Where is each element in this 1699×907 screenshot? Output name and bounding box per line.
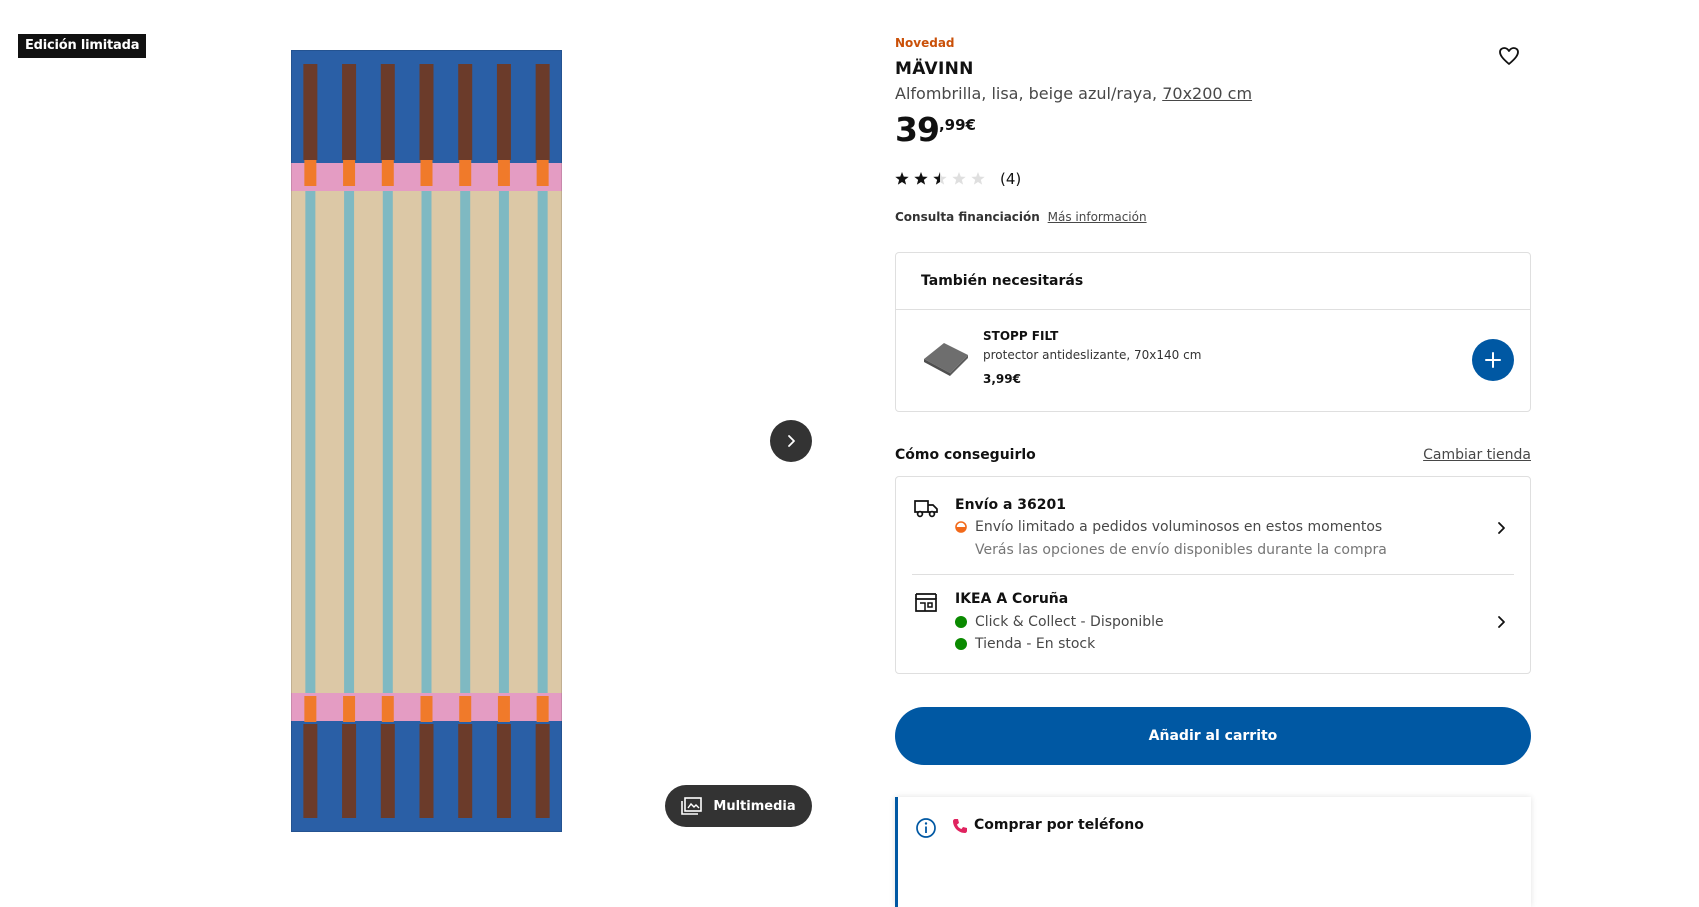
rug-orange-mark — [381, 696, 394, 722]
store-title: IKEA A Coruña — [955, 591, 1069, 607]
add-to-cart-button[interactable]: Añadir al carrito — [895, 707, 1531, 765]
review-count: (4) — [1000, 170, 1022, 188]
plus-icon — [1485, 352, 1501, 368]
rug-teal-stripe — [421, 191, 432, 693]
rug-brown-stripe — [458, 724, 473, 818]
rug-orange-mark — [459, 160, 472, 186]
rug-teal-stripe — [305, 191, 316, 693]
rug-teal-stripe — [382, 191, 393, 693]
also-need-title: También necesitarás — [921, 273, 1084, 289]
multimedia-label: Multimedia — [713, 798, 796, 814]
rug-orange-mark — [343, 160, 356, 186]
rug-teal-stripe — [460, 191, 471, 693]
product-price: 39 ,99€ — [895, 110, 976, 150]
rug-brown-stripe — [496, 724, 511, 818]
rug-teal-stripe — [498, 191, 509, 693]
rug-orange-mark — [381, 160, 394, 186]
product-description: Alfombrilla, lisa, beige azul/raya, 70x2… — [895, 84, 1252, 103]
limited-edition-badge: Edición limitada — [18, 34, 147, 58]
rug-brown-stripe — [380, 64, 395, 160]
financing-label: Consulta financiación — [895, 210, 1040, 224]
chevron-right-icon — [788, 435, 795, 447]
rug-brown-stripe — [303, 724, 318, 818]
chevron-right-icon — [1498, 616, 1505, 628]
favorite-button[interactable] — [1497, 44, 1521, 68]
price-decimal: ,99€ — [938, 116, 976, 134]
rug-brown-stripe — [380, 724, 395, 818]
rug-brown-stripe — [496, 64, 511, 160]
price-integer: 39 — [895, 110, 940, 149]
gallery-next-button[interactable] — [770, 420, 812, 462]
star-filled — [895, 172, 909, 185]
rug-orange-mark — [459, 696, 472, 722]
product-name: MÄVINN — [895, 59, 974, 79]
rug-brown-stripe — [303, 64, 318, 160]
availability-box: Envío a 36201 Envío limitado a pedidos v… — [895, 476, 1531, 674]
star-empty — [952, 172, 966, 185]
rug-orange-mark — [497, 696, 510, 722]
rug-image — [291, 50, 562, 832]
rug-orange-mark — [536, 160, 549, 186]
divider — [896, 309, 1530, 310]
click-collect-text: Click & Collect - Disponible — [975, 614, 1164, 630]
financing-more-info-link[interactable]: Más información — [1048, 210, 1147, 224]
also-need-box: También necesitarás STOPP FILT protector… — [895, 252, 1531, 412]
rug-brown-stripe — [342, 724, 357, 818]
also-need-item-price: 3,99€ — [983, 372, 1021, 386]
also-need-item-name[interactable]: STOPP FILT — [983, 329, 1058, 343]
rug-orange-mark — [497, 160, 510, 186]
change-store-link[interactable]: Cambiar tienda — [1423, 447, 1531, 463]
rug-brown-stripe — [535, 64, 550, 160]
phone-icon — [953, 819, 967, 833]
rug-orange-mark — [536, 696, 549, 722]
anti-slip-pad-image[interactable] — [920, 337, 972, 379]
in-store-text: Tienda - En stock — [975, 636, 1096, 652]
in-store-status: Tienda - En stock — [955, 636, 1095, 652]
rug-teal-stripe — [537, 191, 548, 693]
available-dot — [955, 616, 967, 628]
click-collect-status: Click & Collect - Disponible — [955, 614, 1164, 630]
product-size-link[interactable]: 70x200 cm — [1162, 84, 1252, 103]
star-empty — [971, 172, 985, 185]
heart-icon — [1499, 47, 1519, 65]
new-label: Novedad — [895, 36, 955, 50]
rug-brown-stripe — [419, 724, 434, 818]
multimedia-button[interactable]: Multimedia — [665, 785, 812, 827]
phone-order-label: Comprar por teléfono — [974, 817, 1144, 833]
financing-info: Consulta financiación Más información — [895, 210, 1147, 224]
rug-orange-mark — [304, 696, 317, 722]
store-icon — [915, 593, 937, 612]
rug-orange-mark — [343, 696, 356, 722]
also-need-item-description: protector antideslizante, 70x140 cm — [983, 348, 1202, 362]
rug-orange-mark — [420, 696, 433, 722]
media-gallery-icon — [681, 797, 703, 815]
rug-brown-stripe — [535, 724, 550, 818]
rating-stars — [895, 172, 985, 185]
in-stock-dot — [955, 638, 967, 650]
rug-orange-mark — [420, 160, 433, 186]
rug-orange-mark — [304, 160, 317, 186]
rug-teal-stripe — [344, 191, 355, 693]
rug-brown-stripe — [342, 64, 357, 160]
rug-brown-stripe — [458, 64, 473, 160]
rug-brown-stripe — [419, 64, 434, 160]
add-accessory-button[interactable] — [1472, 339, 1514, 381]
store-option-row[interactable]: IKEA A Coruña Click & Collect - Disponib… — [896, 477, 1530, 673]
product-rating[interactable]: (4) — [895, 170, 1021, 188]
how-to-get-title: Cómo conseguirlo — [895, 447, 1036, 463]
product-image[interactable] — [291, 50, 562, 832]
product-description-text: Alfombrilla, lisa, beige azul/raya, — [895, 84, 1158, 103]
info-icon — [916, 818, 936, 838]
star-filled — [914, 172, 928, 185]
phone-order-box[interactable]: Comprar por teléfono — [895, 797, 1531, 907]
